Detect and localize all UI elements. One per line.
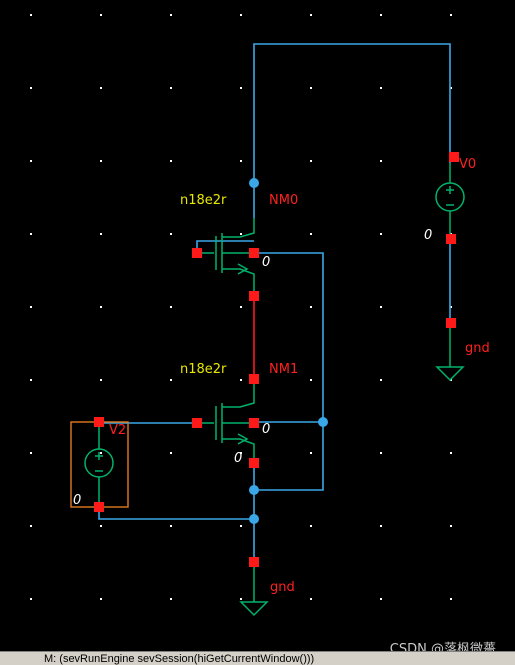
grid-dot	[240, 160, 242, 162]
grid-dot	[380, 160, 382, 162]
grid-dot	[450, 452, 452, 454]
grid-dot	[100, 233, 102, 235]
grid-dot	[240, 598, 242, 600]
grid-dot	[380, 525, 382, 527]
grid-dot	[170, 160, 172, 162]
status-text: M: (sevRunEngine sevSession(hiGetCurrent…	[44, 653, 315, 665]
grid-dot	[30, 525, 32, 527]
nm1-bulk-label-2: 0	[234, 451, 242, 466]
grid-dot	[100, 598, 102, 600]
grid-dot	[240, 233, 242, 235]
grid-dot	[380, 306, 382, 308]
nm0-bulk-label: 0	[262, 255, 270, 270]
grid-dot	[100, 379, 102, 381]
v0-neg-label: 0	[424, 228, 432, 243]
v2-neg-label: 0	[73, 493, 81, 508]
grid-dot	[170, 452, 172, 454]
bottom-gnd-label: gnd	[270, 580, 295, 595]
grid-dot	[450, 598, 452, 600]
grid-dot	[310, 306, 312, 308]
grid-dot	[100, 87, 102, 89]
grid-dot	[380, 14, 382, 16]
grid-dot	[450, 525, 452, 527]
grid-dot	[380, 87, 382, 89]
grid-dot	[30, 452, 32, 454]
grid-dot	[30, 598, 32, 600]
v0-instance-label: V0	[459, 157, 476, 172]
grid-dot	[170, 525, 172, 527]
nm1-bulk-label: 0	[262, 422, 270, 437]
grid-dot	[310, 452, 312, 454]
nm0-model-label: n18e2r	[180, 193, 227, 208]
nm1-model-label: n18e2r	[180, 362, 227, 377]
grid-dot	[30, 233, 32, 235]
grid-dot	[450, 14, 452, 16]
grid-dot	[100, 306, 102, 308]
grid-dot	[310, 598, 312, 600]
grid-dot	[170, 379, 172, 381]
grid-dot	[30, 87, 32, 89]
grid-dot	[240, 379, 242, 381]
grid-dot	[30, 160, 32, 162]
grid-dot	[380, 452, 382, 454]
grid-dot	[310, 14, 312, 16]
grid-dot	[30, 14, 32, 16]
grid-dot	[100, 452, 102, 454]
grid-dot	[30, 379, 32, 381]
grid-dot	[170, 233, 172, 235]
status-bar: M: (sevRunEngine sevSession(hiGetCurrent…	[0, 651, 515, 665]
grid-dot	[100, 14, 102, 16]
grid-dot	[310, 379, 312, 381]
grid-dot	[310, 160, 312, 162]
v2-instance-label: V2	[109, 423, 126, 438]
grid-dot	[310, 525, 312, 527]
grid-dot	[380, 379, 382, 381]
v0-gnd-label: gnd	[465, 341, 490, 356]
grid-dot	[380, 598, 382, 600]
grid-dot	[30, 306, 32, 308]
schematic-canvas[interactable]: n18e2r NM0 0 n18e2r NM1 0 0 V0 0 gnd V2 …	[0, 0, 515, 651]
grid-dot	[380, 233, 382, 235]
grid-dot	[170, 14, 172, 16]
grid-dot	[240, 87, 242, 89]
grid-dot	[240, 525, 242, 527]
grid-dot	[310, 233, 312, 235]
nm0-instance-label: NM0	[269, 193, 298, 208]
nm1-instance-label: NM1	[269, 362, 298, 377]
grid-dot	[100, 525, 102, 527]
grid-dot	[170, 306, 172, 308]
grid-dot	[240, 14, 242, 16]
grid-dot	[240, 306, 242, 308]
grid-dot	[310, 87, 312, 89]
grid-dot	[170, 87, 172, 89]
grid-dot	[170, 598, 172, 600]
grid-dot	[100, 160, 102, 162]
